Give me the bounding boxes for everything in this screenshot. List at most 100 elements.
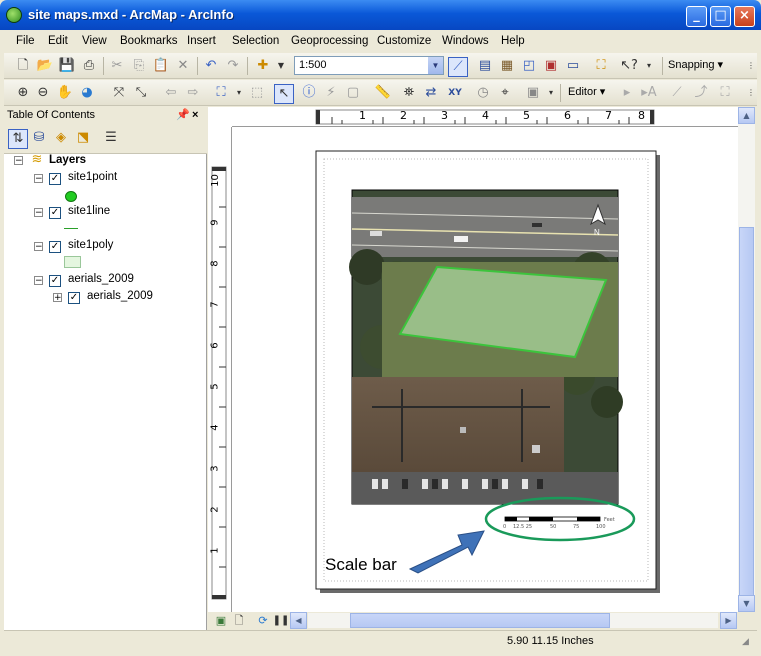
python-window-icon[interactable]: ▭ bbox=[564, 57, 582, 75]
select-features-icon[interactable]: ⛶ bbox=[212, 84, 230, 102]
identify-icon[interactable]: ⓘ bbox=[300, 84, 318, 102]
maximize-button[interactable]: □ bbox=[710, 6, 731, 27]
go-to-xy-icon[interactable]: XY bbox=[446, 84, 464, 102]
menu-customize[interactable]: Customize bbox=[377, 35, 431, 47]
redo-icon[interactable]: ↷ bbox=[224, 57, 242, 75]
add-data-icon[interactable]: ✚ bbox=[254, 57, 272, 75]
zoom-in-icon[interactable]: ⊕ bbox=[14, 84, 32, 102]
scroll-left-icon[interactable]: ◀ bbox=[290, 612, 307, 629]
zoom-out-icon[interactable]: ⊖ bbox=[34, 84, 52, 102]
fixed-zoom-out-icon[interactable]: ⤡ bbox=[132, 84, 150, 102]
paste-icon[interactable]: 📋 bbox=[152, 57, 170, 75]
close-button[interactable]: × bbox=[734, 6, 755, 27]
list-by-drawing-order-icon[interactable]: ⇅ bbox=[8, 129, 28, 149]
list-by-source-icon[interactable]: ⛁ bbox=[30, 129, 48, 147]
select-elements-arrow-icon[interactable]: ↖ bbox=[274, 84, 294, 104]
delete-icon[interactable]: ✕ bbox=[174, 57, 192, 75]
menu-selection[interactable]: Selection bbox=[232, 35, 279, 47]
list-by-visibility-icon[interactable]: ◈ bbox=[52, 129, 70, 147]
clear-selection-icon[interactable]: ⬚ bbox=[248, 84, 266, 102]
scroll-up-icon[interactable]: ▲ bbox=[738, 107, 755, 124]
copy-icon[interactable]: ⎘ bbox=[130, 57, 148, 75]
save-icon[interactable]: 💾 bbox=[58, 57, 76, 75]
sublayer-name[interactable]: aerials_2009 bbox=[87, 290, 153, 302]
layer-visibility-checkbox[interactable]: ✓ bbox=[49, 241, 61, 253]
layer-name[interactable]: site1point bbox=[68, 171, 117, 183]
layout-tools-icon[interactable]: ▣ bbox=[524, 84, 542, 102]
snapping-menu[interactable]: Snapping ▾ bbox=[668, 58, 723, 71]
editor-menu[interactable]: Editor ▾ bbox=[568, 85, 605, 98]
toc-options-icon[interactable]: ☰ bbox=[102, 129, 120, 147]
edit-tool-icon[interactable]: ▸ bbox=[618, 84, 636, 102]
layer-visibility-checkbox[interactable]: ✓ bbox=[49, 173, 61, 185]
pin-icon[interactable]: 📌 bbox=[176, 107, 190, 124]
forward-arrow-icon[interactable]: ⇨ bbox=[184, 84, 202, 102]
close-icon[interactable]: × bbox=[192, 107, 198, 124]
collapse-icon[interactable]: − bbox=[34, 276, 43, 286]
collapse-icon[interactable]: − bbox=[34, 208, 43, 218]
point-symbol[interactable] bbox=[65, 191, 77, 202]
layout-view-icon[interactable]: 🗋 bbox=[230, 612, 248, 630]
collapse-icon[interactable]: − bbox=[14, 156, 23, 166]
vertical-scrollbar[interactable]: ▲ ▼ bbox=[738, 107, 755, 612]
chevron-down-icon[interactable]: ▾ bbox=[542, 84, 560, 102]
menu-bookmarks[interactable]: Bookmarks bbox=[120, 35, 178, 47]
whats-this-help-icon[interactable]: ↖? bbox=[620, 57, 638, 75]
back-arrow-icon[interactable]: ⇦ bbox=[162, 84, 180, 102]
layer-name[interactable]: aerials_2009 bbox=[68, 273, 134, 285]
layers-root-label[interactable]: Layers bbox=[49, 154, 86, 166]
refresh-icon[interactable]: ⟳ bbox=[254, 612, 272, 630]
new-document-icon[interactable]: 🗋 bbox=[14, 57, 32, 75]
data-view-icon[interactable]: ▣ bbox=[212, 612, 230, 630]
scroll-thumb[interactable] bbox=[739, 227, 754, 599]
title-bar[interactable]: site maps.mxd - ArcMap - ArcInfo _ □ × bbox=[0, 0, 761, 30]
layout-page-canvas[interactable]: N Feet 0 12.5 25 50 75 100 bbox=[232, 127, 738, 612]
chevron-down-icon[interactable]: ▾ bbox=[640, 57, 658, 75]
menu-edit[interactable]: Edit bbox=[48, 35, 68, 47]
menu-insert[interactable]: Insert bbox=[187, 35, 216, 47]
menu-help[interactable]: Help bbox=[501, 35, 525, 47]
menu-file[interactable]: File bbox=[16, 35, 35, 47]
full-extent-globe-icon[interactable]: ◕ bbox=[78, 84, 96, 102]
arctoolbox-icon[interactable]: ▣ bbox=[542, 57, 560, 75]
pan-hand-icon[interactable]: ✋ bbox=[56, 84, 74, 102]
cut-icon[interactable]: ✂ bbox=[108, 57, 126, 75]
layer-name[interactable]: site1line bbox=[68, 205, 110, 217]
straight-segment-icon[interactable]: ⟋ bbox=[668, 84, 686, 102]
html-popup-icon[interactable]: ▢ bbox=[344, 84, 362, 102]
list-by-selection-icon[interactable]: ⬔ bbox=[74, 129, 92, 147]
print-icon[interactable]: ⎙ bbox=[80, 57, 98, 75]
measure-icon[interactable]: 📏 bbox=[374, 84, 392, 102]
map-scale-combo[interactable]: 1:500 ▼ bbox=[294, 56, 444, 75]
modelbuilder-icon[interactable]: ⛶ bbox=[592, 57, 610, 75]
undo-icon[interactable]: ↶ bbox=[202, 57, 220, 75]
toolbar-options-icon[interactable]: ⋮ bbox=[742, 84, 760, 102]
scroll-thumb[interactable] bbox=[350, 613, 610, 628]
table-of-contents-icon[interactable]: ▤ bbox=[476, 57, 494, 75]
chevron-down-icon[interactable]: ▼ bbox=[272, 57, 290, 75]
layer-name[interactable]: site1poly bbox=[68, 239, 113, 251]
menu-windows[interactable]: Windows bbox=[442, 35, 489, 47]
layer-visibility-checkbox[interactable]: ✓ bbox=[68, 292, 80, 304]
hyperlink-icon[interactable]: ⚡ bbox=[322, 84, 340, 102]
minimize-button[interactable]: _ bbox=[686, 6, 707, 27]
edit-annotation-icon[interactable]: ▸A bbox=[640, 84, 658, 102]
polygon-symbol[interactable] bbox=[64, 256, 81, 268]
search-window-icon[interactable]: ◰ bbox=[520, 57, 538, 75]
editor-toolbar-icon[interactable]: ⟋ bbox=[448, 57, 468, 77]
menu-view[interactable]: View bbox=[82, 35, 107, 47]
trace-icon[interactable]: ⤴ bbox=[692, 84, 710, 102]
edit-vertices-icon[interactable]: ⛶ bbox=[716, 84, 734, 102]
pause-drawing-icon[interactable]: ❚❚ bbox=[272, 612, 290, 630]
find-route-icon[interactable]: ⇄ bbox=[422, 84, 440, 102]
scroll-down-icon[interactable]: ▼ bbox=[738, 595, 755, 612]
line-symbol[interactable] bbox=[64, 228, 78, 229]
find-binoculars-icon[interactable]: ⛯ bbox=[400, 84, 418, 102]
layer-visibility-checkbox[interactable]: ✓ bbox=[49, 275, 61, 287]
resize-grip-icon[interactable]: ◢ bbox=[742, 637, 749, 647]
map-frame-aerial[interactable] bbox=[349, 189, 623, 505]
layer-visibility-checkbox[interactable]: ✓ bbox=[49, 207, 61, 219]
expand-icon[interactable]: + bbox=[53, 293, 62, 303]
collapse-icon[interactable]: − bbox=[34, 174, 43, 184]
scroll-right-icon[interactable]: ▶ bbox=[720, 612, 737, 629]
